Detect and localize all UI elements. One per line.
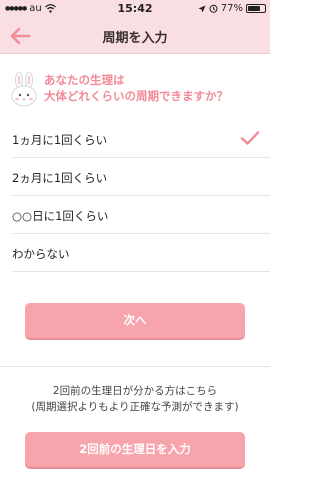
battery-fill <box>248 6 261 11</box>
option-label: わからない <box>12 247 70 261</box>
period-options-list: 1ヵ月に1回くらい 2ヵ月に1回くらい ○○日に1回くらい わからない <box>0 120 270 272</box>
question-line-2: 大体どれくらいの周期できますか？ <box>44 89 228 103</box>
option-1-month[interactable]: 1ヵ月に1回くらい <box>12 120 270 158</box>
navigation-bar: 周期を入力 <box>0 18 270 54</box>
battery-percent: 77% <box>220 3 243 14</box>
info-line-1: 2回前の生理日が分かる方はこちら <box>52 385 218 397</box>
question-text: あなたの生理は 大体どれくらいの周期できますか？ <box>44 72 228 104</box>
question-line-1: あなたの生理は <box>44 73 125 87</box>
alarm-icon <box>209 4 218 13</box>
battery-icon <box>246 4 266 13</box>
enter-previous-period-button[interactable]: 2回前の生理日を入力 <box>25 432 245 467</box>
option-label: 1ヵ月に1回くらい <box>12 133 108 147</box>
previous-period-info: 2回前の生理日が分かる方はこちら (周期選択よりもより正確な予測ができます) <box>0 383 270 415</box>
checkmark-icon <box>240 131 260 145</box>
option-label: ○○日に1回くらい <box>12 209 109 223</box>
next-button[interactable]: 次へ <box>25 303 245 338</box>
info-line-2: (周期選択よりもより正確な予測ができます) <box>31 401 239 413</box>
option-custom-days[interactable]: ○○日に1回くらい <box>12 196 270 234</box>
option-2-months[interactable]: 2ヵ月に1回くらい <box>12 158 270 196</box>
location-icon <box>198 5 206 12</box>
rabbit-mascot-icon <box>11 72 37 106</box>
page-title: 周期を入力 <box>102 31 168 46</box>
section-divider <box>0 366 270 367</box>
status-bar: ●●●●● au 15:42 77% <box>0 0 270 18</box>
question-block: あなたの生理は 大体どれくらいの周期できますか？ <box>8 70 268 110</box>
option-label: 2ヵ月に1回くらい <box>12 171 108 185</box>
option-unknown[interactable]: わからない <box>12 234 270 272</box>
status-right: 77% <box>198 3 266 14</box>
